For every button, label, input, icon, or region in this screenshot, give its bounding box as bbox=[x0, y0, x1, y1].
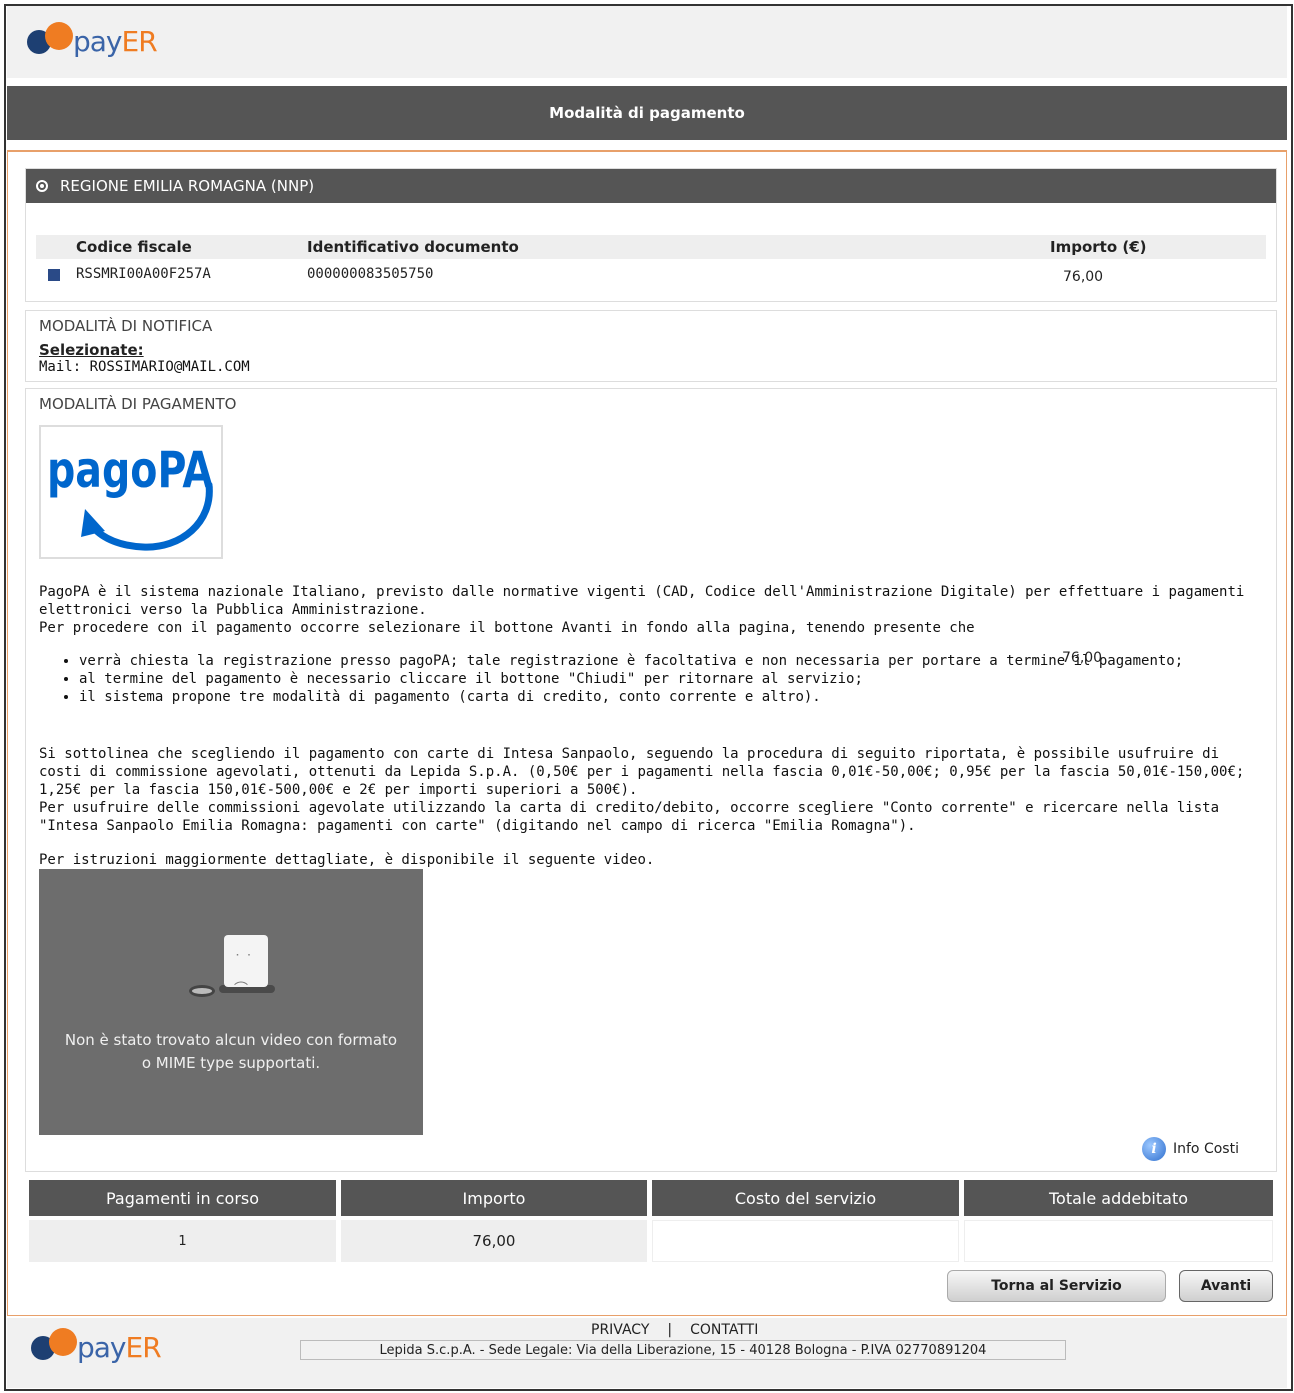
pagopa-logo-text: pagoPA bbox=[47, 441, 213, 499]
torna-al-servizio-button[interactable]: Torna al Servizio bbox=[947, 1270, 1166, 1302]
note-paragraph-1: Si sottolinea che scegliendo il pagament… bbox=[39, 746, 1245, 798]
info-costi-label: Info Costi bbox=[1173, 1141, 1239, 1157]
payer-logo[interactable]: payER bbox=[27, 22, 158, 58]
column-importo: Importo (€) bbox=[1050, 238, 1147, 256]
importo-value: 76,00 bbox=[1063, 269, 1104, 285]
notifica-mail: Mail: ROSSIMARIO@MAIL.COM bbox=[39, 359, 250, 375]
logo-er-text: ER bbox=[121, 25, 158, 58]
identificativo-value: 000000083505750 bbox=[307, 266, 434, 282]
logo-pay-text: pay bbox=[73, 25, 123, 58]
row-marker-icon bbox=[48, 269, 60, 281]
summary-header-importo: Importo bbox=[341, 1180, 647, 1216]
footer-legal-text: Lepida S.c.p.A. - Sede Legale: Via della… bbox=[300, 1340, 1066, 1360]
ente-table-header: Codice fiscale Identificativo documento … bbox=[36, 235, 1266, 259]
pagopa-logo[interactable]: pagoPA bbox=[39, 425, 223, 559]
table-row: RSSMRI00A00F257A 000000083505750 76,00 bbox=[36, 263, 1266, 287]
summary-totale-value bbox=[964, 1220, 1273, 1262]
privacy-link[interactable]: PRIVACY bbox=[591, 1322, 649, 1338]
footer-payer-logo: payER bbox=[31, 1328, 162, 1362]
contatti-link[interactable]: CONTATTI bbox=[690, 1322, 758, 1338]
selected-label: Selezionate: bbox=[39, 341, 144, 359]
summary-pagamenti-value: 1 bbox=[29, 1220, 336, 1262]
pagamento-section: MODALITÀ DI PAGAMENTO pagoPA PagoPA è il… bbox=[25, 388, 1277, 1172]
footer: payER PRIVACY | CONTATTI Lepida S.c.p.A.… bbox=[7, 1318, 1287, 1388]
pagamento-title: MODALITÀ DI PAGAMENTO bbox=[39, 395, 237, 413]
video-intro: Per istruzioni maggiormente dettagliate,… bbox=[39, 852, 655, 868]
disc-icon bbox=[189, 985, 215, 997]
missing-file-icon: ˙ ˙ ︵ bbox=[224, 935, 268, 988]
overlap-amount: 76,00 bbox=[1062, 650, 1103, 666]
ente-name: REGIONE EMILIA ROMAGNA (NNP) bbox=[60, 177, 315, 195]
summary-importo-value: 76,00 bbox=[341, 1220, 647, 1262]
note-paragraph-2: Per usufruire delle commissioni agevolat… bbox=[39, 800, 1220, 834]
pagopa-logo-graphic: pagoPA bbox=[47, 441, 213, 551]
footer-links: PRIVACY | CONTATTI bbox=[591, 1322, 758, 1338]
footer-separator: | bbox=[667, 1322, 673, 1338]
intro-paragraph-2: Per procedere con il pagamento occorre s… bbox=[39, 620, 975, 636]
radio-selected-icon[interactable] bbox=[36, 180, 48, 192]
page-title: Modalità di pagamento bbox=[7, 86, 1287, 140]
codice-fiscale-value: RSSMRI00A00F257A bbox=[76, 266, 211, 282]
ente-section: REGIONE EMILIA ROMAGNA (NNP) Codice fisc… bbox=[25, 168, 1277, 302]
avanti-button[interactable]: Avanti bbox=[1179, 1270, 1273, 1302]
intro-paragraph-1: PagoPA è il sistema nazionale Italiano, … bbox=[39, 584, 1245, 618]
column-identificativo: Identificativo documento bbox=[307, 238, 519, 256]
video-error-message: Non è stato trovato alcun video con form… bbox=[64, 1031, 398, 1072]
info-icon: i bbox=[1142, 1137, 1166, 1161]
summary-header-pagamenti: Pagamenti in corso bbox=[29, 1180, 336, 1216]
notifica-title: MODALITÀ DI NOTIFICA bbox=[39, 317, 213, 335]
info-costi-link[interactable]: i Info Costi bbox=[1142, 1137, 1239, 1161]
video-player[interactable]: ˙ ˙ ︵ Non è stato trovato alcun video con… bbox=[39, 869, 423, 1135]
list-item: il sistema propone tre modalità di pagam… bbox=[79, 688, 1261, 706]
summary-header-totale: Totale addebitato bbox=[964, 1180, 1273, 1216]
header-bar: payER bbox=[7, 6, 1287, 78]
main-content: REGIONE EMILIA ROMAGNA (NNP) Codice fisc… bbox=[7, 150, 1287, 1316]
list-item: al termine del pagamento è necessario cl… bbox=[79, 670, 1261, 688]
column-codice-fiscale: Codice fiscale bbox=[76, 238, 192, 256]
notifica-section: MODALITÀ DI NOTIFICA Selezionate: Mail: … bbox=[25, 310, 1277, 382]
payer-logo-mark bbox=[27, 22, 79, 56]
summary-header-costo: Costo del servizio bbox=[652, 1180, 959, 1216]
summary-costo-value bbox=[652, 1220, 959, 1262]
ente-header[interactable]: REGIONE EMILIA ROMAGNA (NNP) bbox=[26, 169, 1276, 203]
